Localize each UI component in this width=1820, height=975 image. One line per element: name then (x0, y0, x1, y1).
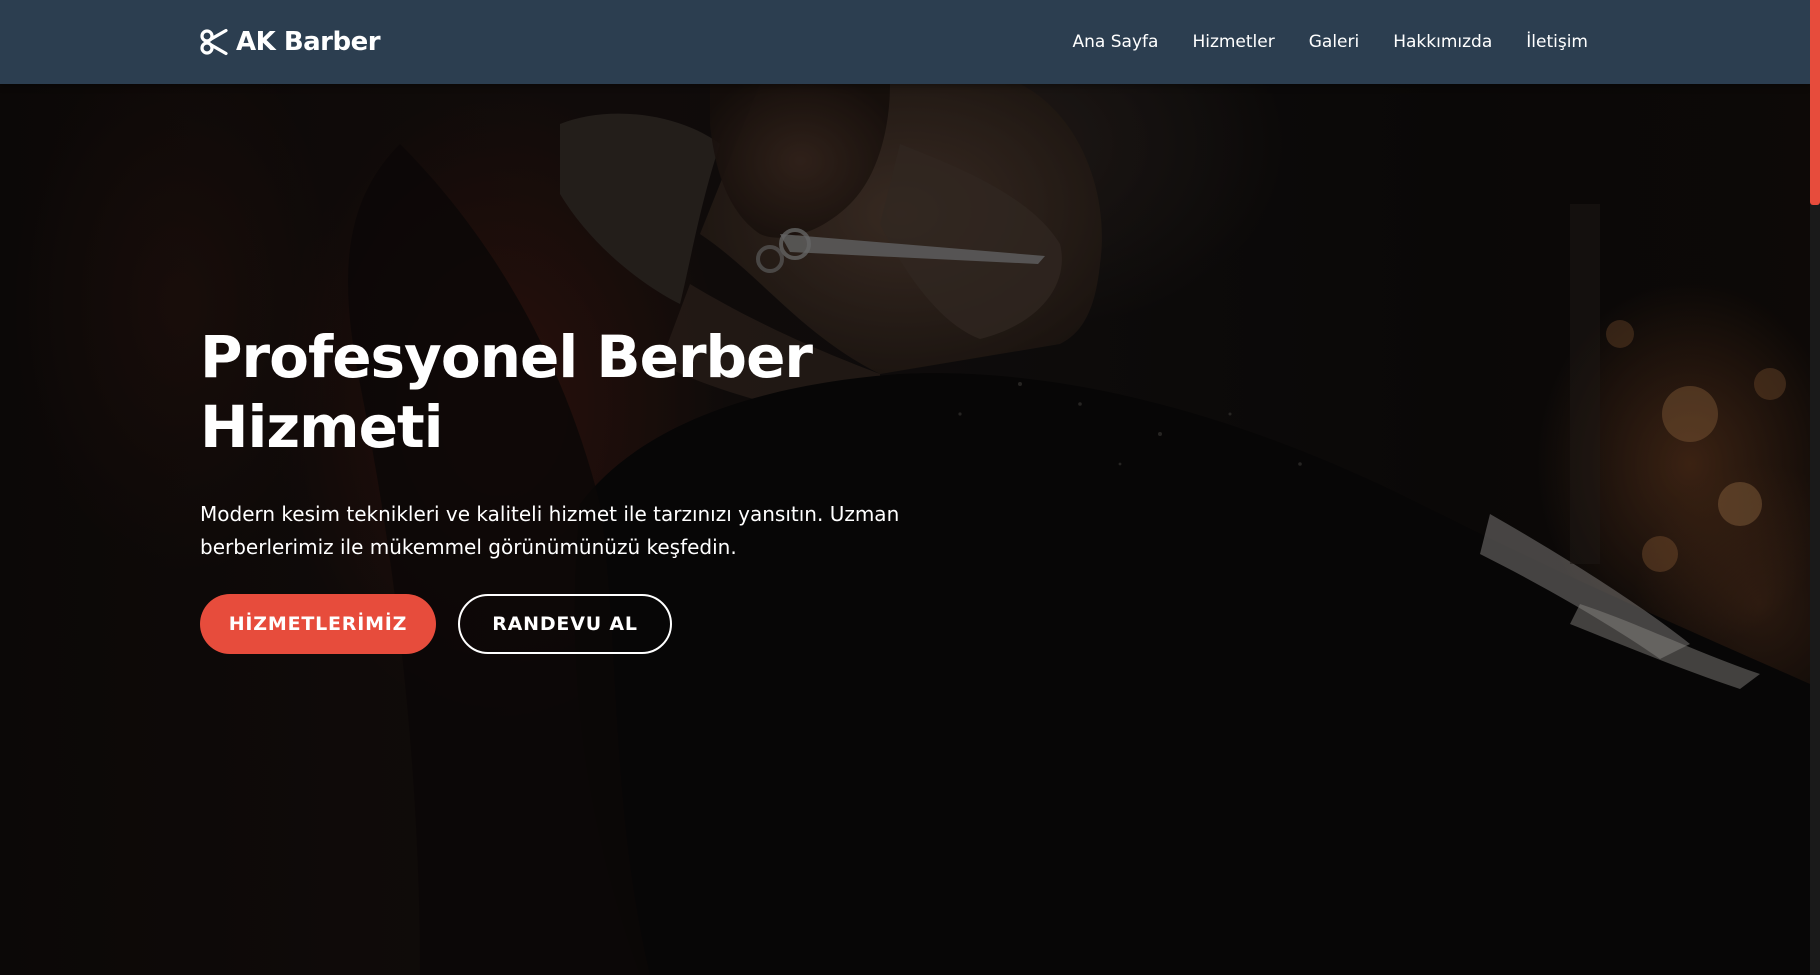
nav-link-services[interactable]: Hizmetler (1192, 32, 1274, 52)
hero-description: Modern kesim teknikleri ve kaliteli hizm… (200, 502, 900, 559)
brand-name: AK Barber (236, 27, 381, 57)
nav-link-contact[interactable]: İletişim (1526, 32, 1588, 52)
scrollbar-thumb[interactable] (1810, 0, 1820, 205)
page-scrollbar[interactable] (1810, 0, 1820, 975)
hero-section: Profesyonel Berber Hizmeti Modern kesim … (0, 84, 1810, 975)
navbar: AK Barber Ana Sayfa Hizmetler Galeri Hak… (0, 0, 1810, 84)
nav-link-about[interactable]: Hakkımızda (1393, 32, 1492, 52)
main-nav: Ana Sayfa Hizmetler Galeri Hakkımızda İl… (1073, 0, 1588, 84)
nav-link-gallery[interactable]: Galeri (1309, 32, 1360, 52)
hero-title: Profesyonel Berber Hizmeti (200, 323, 813, 461)
logo-link[interactable]: AK Barber (200, 22, 381, 62)
nav-link-home[interactable]: Ana Sayfa (1073, 32, 1159, 52)
book-appointment-button[interactable]: RANDEVU AL (458, 594, 672, 654)
scissors-icon (200, 28, 228, 56)
hero-buttons: HİZMETLERİMİZ RANDEVU AL (200, 594, 920, 654)
services-button[interactable]: HİZMETLERİMİZ (200, 594, 436, 654)
hero-content: Profesyonel Berber Hizmeti Modern kesim … (200, 322, 920, 654)
page: AK Barber Ana Sayfa Hizmetler Galeri Hak… (0, 0, 1820, 975)
